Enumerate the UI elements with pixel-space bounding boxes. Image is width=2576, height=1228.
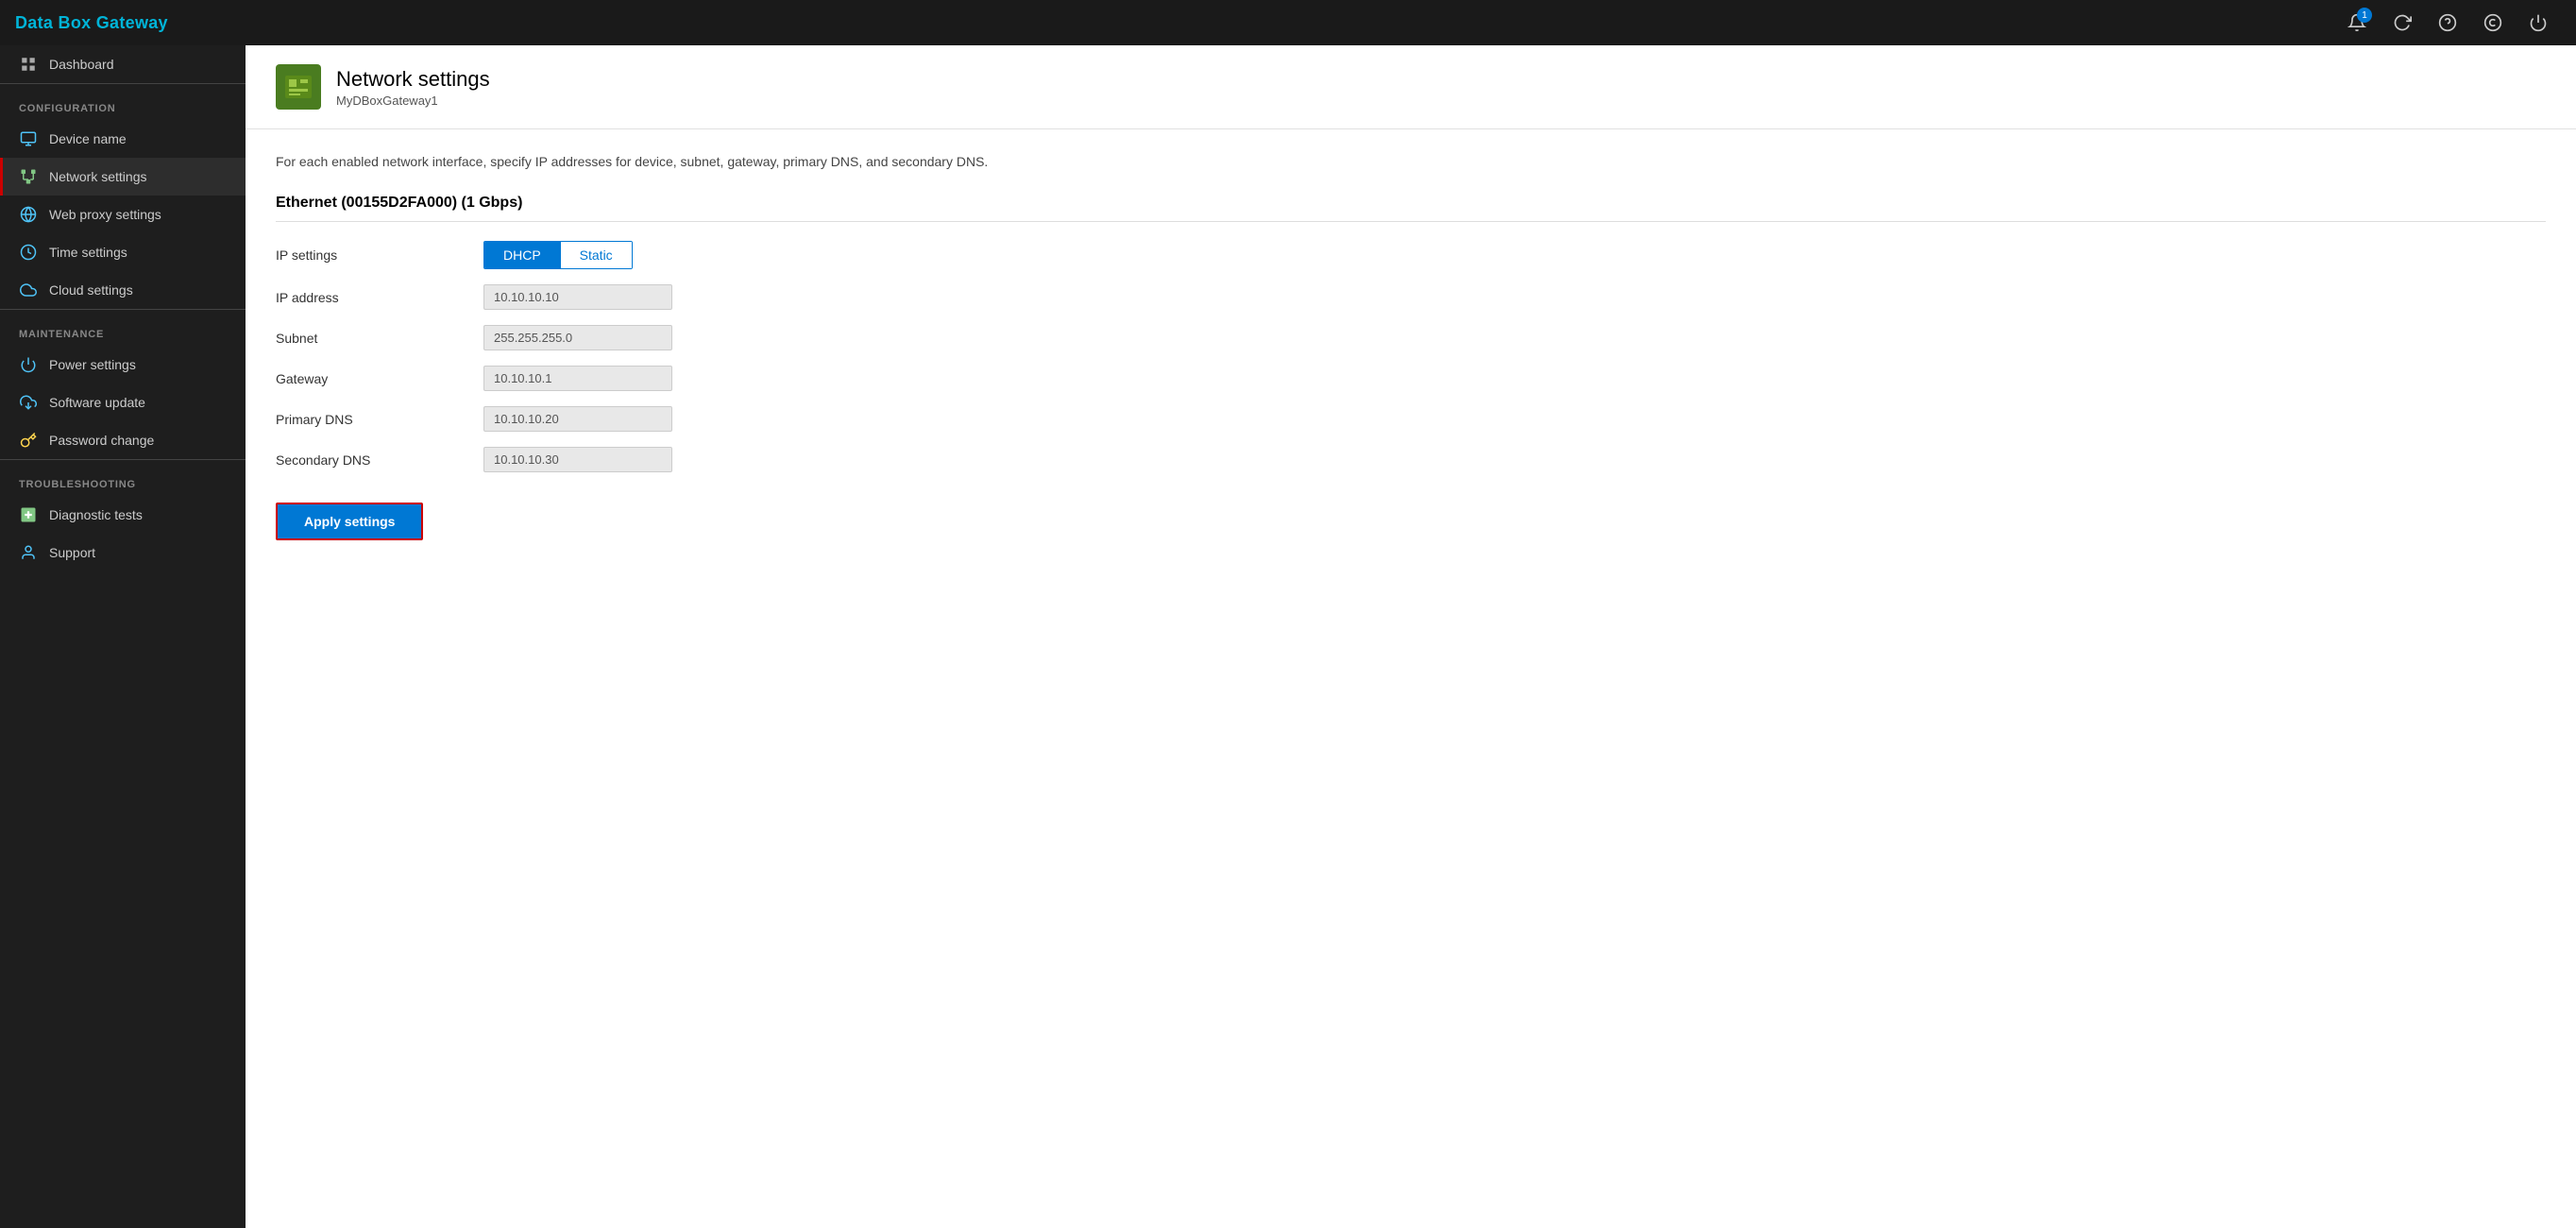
secondary-dns-input — [483, 447, 672, 472]
subnet-label: Subnet — [276, 331, 483, 346]
secondary-dns-field — [483, 447, 691, 472]
gateway-input — [483, 366, 672, 391]
subnet-field — [483, 325, 691, 350]
sidebar-label-power: Power settings — [49, 357, 136, 372]
section-title: Ethernet (00155D2FA000) (1 Gbps) — [276, 195, 2546, 222]
content-area: Network settings MyDBoxGateway1 For each… — [246, 45, 2576, 1228]
gateway-label: Gateway — [276, 371, 483, 386]
apply-settings-button[interactable]: Apply settings — [276, 503, 423, 540]
webproxy-icon — [19, 205, 38, 224]
sidebar-label-network: Network settings — [49, 169, 146, 184]
network-icon — [19, 167, 38, 186]
maintenance-section-label: MAINTENANCE — [0, 314, 246, 346]
troubleshooting-section-label: TROUBLESHOOTING — [0, 464, 246, 496]
sidebar-label-webproxy: Web proxy settings — [49, 207, 161, 222]
sidebar-label-support: Support — [49, 545, 95, 560]
support-icon — [19, 543, 38, 562]
config-divider — [0, 83, 246, 84]
sidebar-item-dashboard[interactable]: Dashboard — [0, 45, 246, 83]
ip-address-input — [483, 284, 672, 310]
network-form: IP settings DHCP Static IP address Subne… — [276, 241, 2546, 472]
sidebar-item-web-proxy[interactable]: Web proxy settings — [0, 196, 246, 233]
sidebar-label-diagnostic: Diagnostic tests — [49, 507, 143, 522]
sidebar-item-diagnostic[interactable]: Diagnostic tests — [0, 496, 246, 534]
gateway-field — [483, 366, 691, 391]
ip-mode-toggle[interactable]: DHCP Static — [483, 241, 633, 269]
ip-settings-toggle: DHCP Static — [483, 241, 691, 269]
page-header-icon — [276, 64, 321, 110]
dashboard-icon — [19, 55, 38, 74]
secondary-dns-label: Secondary DNS — [276, 452, 483, 468]
sidebar-label-cloud: Cloud settings — [49, 282, 133, 298]
dhcp-button[interactable]: DHCP — [484, 242, 560, 268]
time-icon — [19, 243, 38, 262]
copyright-button[interactable] — [2470, 0, 2516, 45]
page-header-text: Network settings MyDBoxGateway1 — [336, 67, 490, 108]
static-button[interactable]: Static — [560, 242, 632, 268]
primary-dns-field — [483, 406, 691, 432]
sidebar-item-device-name[interactable]: Device name — [0, 120, 246, 158]
topbar: Data Box Gateway 1 — [0, 0, 2576, 45]
main-layout: Dashboard CONFIGURATION Device name Netw… — [0, 45, 2576, 1228]
sidebar-item-label: Dashboard — [49, 57, 114, 72]
maintenance-divider — [0, 309, 246, 310]
config-section-label: CONFIGURATION — [0, 88, 246, 120]
diagnostic-icon — [19, 505, 38, 524]
software-icon — [19, 393, 38, 412]
power-icon — [19, 355, 38, 374]
notification-badge: 1 — [2357, 8, 2372, 23]
app-title: Data Box Gateway — [15, 13, 168, 33]
sidebar-item-network-settings[interactable]: Network settings — [0, 158, 246, 196]
sidebar-label-device: Device name — [49, 131, 127, 146]
subnet-input — [483, 325, 672, 350]
sidebar-item-software-update[interactable]: Software update — [0, 384, 246, 421]
page-subtitle: MyDBoxGateway1 — [336, 94, 490, 108]
sidebar-item-time-settings[interactable]: Time settings — [0, 233, 246, 271]
password-icon — [19, 431, 38, 450]
sidebar-label-software: Software update — [49, 395, 145, 410]
topbar-icons: 1 — [2334, 0, 2561, 45]
ip-address-label: IP address — [276, 290, 483, 305]
refresh-button[interactable] — [2380, 0, 2425, 45]
sidebar: Dashboard CONFIGURATION Device name Netw… — [0, 45, 246, 1228]
page-title: Network settings — [336, 67, 490, 92]
sidebar-item-password-change[interactable]: Password change — [0, 421, 246, 459]
help-button[interactable] — [2425, 0, 2470, 45]
page-body: For each enabled network interface, spec… — [246, 129, 2576, 1228]
sidebar-label-time: Time settings — [49, 245, 127, 260]
sidebar-item-support[interactable]: Support — [0, 534, 246, 571]
sidebar-label-password: Password change — [49, 433, 154, 448]
notifications-button[interactable]: 1 — [2334, 0, 2380, 45]
ip-settings-label: IP settings — [276, 247, 483, 263]
page-header: Network settings MyDBoxGateway1 — [246, 45, 2576, 129]
primary-dns-input — [483, 406, 672, 432]
page-description: For each enabled network interface, spec… — [276, 152, 2546, 172]
sidebar-item-cloud-settings[interactable]: Cloud settings — [0, 271, 246, 309]
device-icon — [19, 129, 38, 148]
sidebar-item-power-settings[interactable]: Power settings — [0, 346, 246, 384]
ip-address-field — [483, 284, 691, 310]
cloud-icon — [19, 281, 38, 299]
troubleshooting-divider — [0, 459, 246, 460]
power-button[interactable] — [2516, 0, 2561, 45]
primary-dns-label: Primary DNS — [276, 412, 483, 427]
